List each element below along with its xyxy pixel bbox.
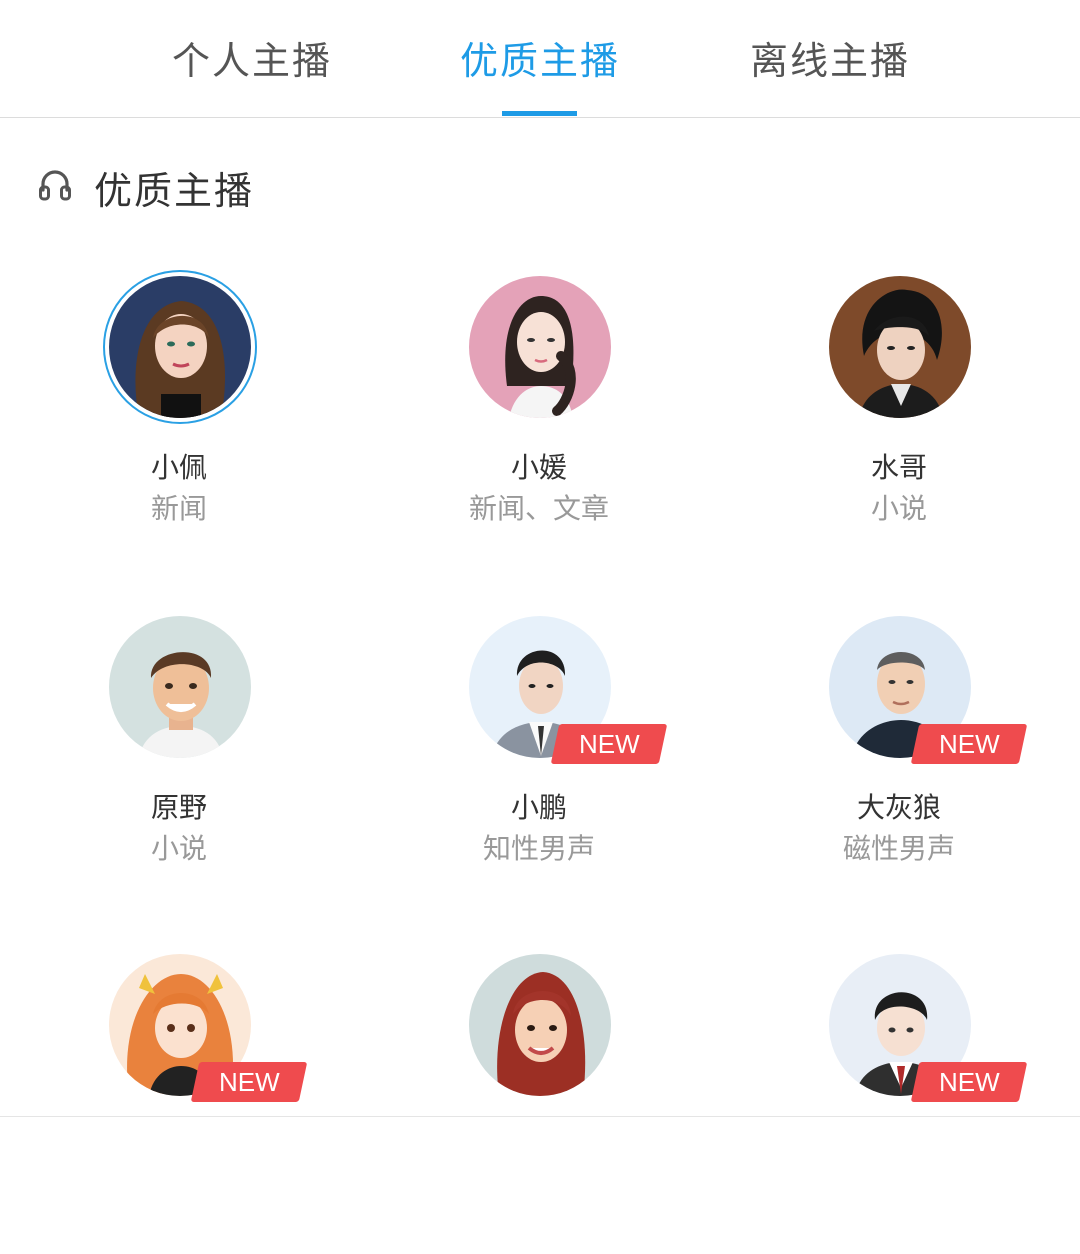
- anchor-card[interactable]: 小佩 新闻: [59, 270, 299, 576]
- avatar-man-smiling: [109, 616, 251, 758]
- anchor-tag: 磁性男声: [842, 832, 955, 865]
- avatar-woman-red-hair: [469, 954, 611, 1096]
- anchor-name: 小佩: [150, 451, 207, 484]
- new-badge: NEW: [550, 724, 668, 764]
- tab-offline-anchors[interactable]: 离线主播: [680, 30, 980, 83]
- avatar: [469, 954, 611, 1096]
- anchor-name: 大灰狼: [856, 791, 941, 824]
- new-badge-label: NEW: [578, 729, 640, 759]
- tab-bar: 个人主播 优质主播 离线主播: [0, 0, 1080, 118]
- anchor-name: 水哥: [870, 451, 927, 484]
- tab-personal-anchors[interactable]: 个人主播: [102, 30, 402, 83]
- active-tab-indicator: [502, 111, 577, 116]
- avatar: [829, 276, 971, 418]
- anchor-tag: 知性男声: [482, 832, 595, 865]
- avatar: [109, 616, 251, 758]
- anchor-tag: 新闻、文章: [468, 492, 609, 525]
- avatar: [469, 276, 611, 418]
- anchor-card[interactable]: 小媛 新闻、文章: [419, 276, 659, 576]
- anchor-tag: 新闻: [150, 492, 207, 525]
- section-title: 优质主播: [94, 169, 255, 213]
- anchor-card[interactable]: 原野 小说: [59, 616, 299, 916]
- new-badge: NEW: [910, 1062, 1028, 1102]
- avatar-man-black-hair: [829, 276, 971, 418]
- new-badge-label: NEW: [938, 1067, 1000, 1097]
- tab-quality-anchors[interactable]: 优质主播: [390, 30, 690, 83]
- new-badge-label: NEW: [938, 729, 1000, 759]
- anchor-name: 原野: [150, 791, 207, 824]
- avatar: [103, 270, 257, 424]
- anchor-name: 小媛: [510, 451, 567, 484]
- anchor-card[interactable]: NEW: [779, 954, 1028, 1254]
- anchor-name: 小鹏: [510, 791, 567, 824]
- new-badge-label: NEW: [218, 1067, 280, 1097]
- anchor-card[interactable]: [419, 954, 659, 1254]
- divider: [0, 1116, 1080, 1117]
- anchor-tag: 小说: [870, 492, 927, 525]
- anchor-card[interactable]: NEW 大灰狼 磁性男声: [779, 616, 1028, 916]
- new-badge: NEW: [190, 1062, 308, 1102]
- anchor-card[interactable]: NEW: [59, 954, 308, 1254]
- anchor-card[interactable]: NEW 小鹏 知性男声: [419, 616, 668, 916]
- avatar-woman-braid: [469, 276, 611, 418]
- avatar-woman-brown-hair: [109, 276, 251, 418]
- new-badge: NEW: [910, 724, 1028, 764]
- headphones-icon: [39, 170, 71, 201]
- anchor-card[interactable]: 水哥 小说: [779, 276, 1019, 576]
- anchor-tag: 小说: [150, 832, 207, 865]
